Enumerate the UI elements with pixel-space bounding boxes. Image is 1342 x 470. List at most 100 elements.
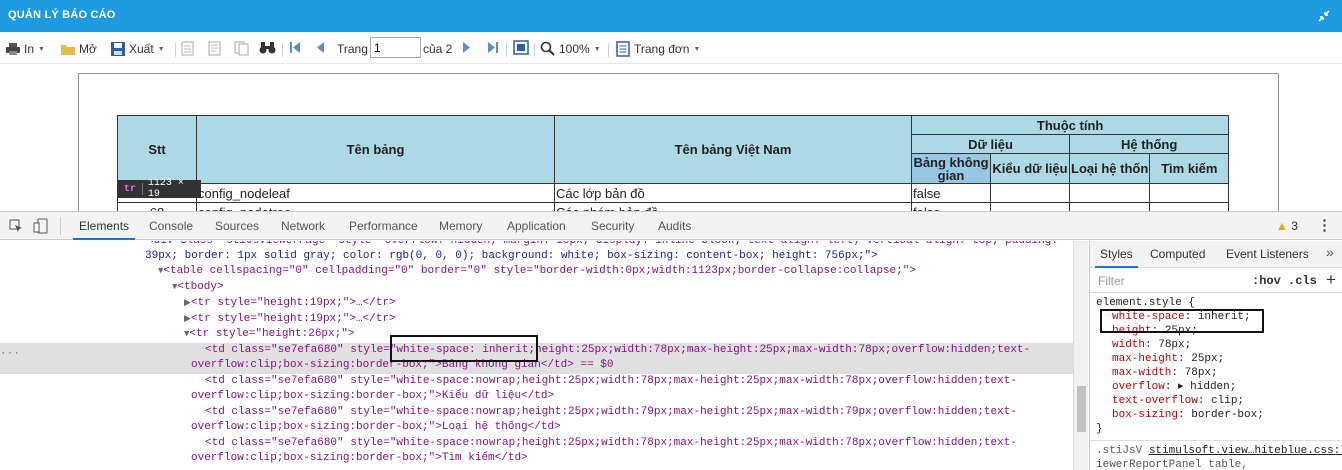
page-number-input[interactable] <box>370 37 421 58</box>
app-title: QUẢN LÝ BÁO CÁO <box>8 9 116 21</box>
first-page-icon[interactable] <box>290 41 301 54</box>
toolbar-divider <box>282 43 283 57</box>
tab-sources[interactable]: Sources <box>215 219 259 233</box>
zoom-value: 100% <box>559 42 590 56</box>
title-bar: QUẢN LÝ BÁO CÁO <box>0 0 1342 32</box>
dom-line-table[interactable]: ▼<table cellspacing="0" cellpadding="0" … <box>158 264 1073 280</box>
element-inspect-tooltip: tr 1123 × 19 <box>118 178 201 200</box>
folder-icon <box>61 45 75 55</box>
view-mode-label: Trang đơn <box>634 42 690 56</box>
tab-network[interactable]: Network <box>281 219 325 233</box>
last-page-icon[interactable] <box>487 41 498 54</box>
tab-performance[interactable]: Performance <box>349 219 418 233</box>
tab-security[interactable]: Security <box>591 219 634 233</box>
more-tabs-icon[interactable]: » <box>1326 244 1334 260</box>
dom-line-tr[interactable]: ▶<tr style="height:19px;">…</tr> <box>184 312 1073 328</box>
dom-line-tr[interactable]: ▶<tr style="height:19px;">…</tr> <box>184 296 1073 312</box>
dom-tree-scrollbar[interactable] <box>1073 241 1088 470</box>
print-label: In <box>24 42 35 56</box>
copy-pages-icon[interactable] <box>234 41 250 56</box>
style-prop[interactable]: text-overflow: clip; <box>1112 394 1244 408</box>
styles-filter-bar: Filter :hov .cls + <box>1090 269 1342 293</box>
more-menu-icon[interactable]: ⋮ <box>1317 216 1332 234</box>
tooltip-tag: tr <box>124 183 137 195</box>
dom-line[interactable]: overflow:clip;box-sizing:border-box;">Ki… <box>191 389 1073 405</box>
toolbar-divider <box>175 43 176 57</box>
chevron-down-icon: ▼ <box>693 45 701 53</box>
style-prop[interactable]: width: 78px; <box>1112 338 1191 352</box>
dom-line[interactable]: overflow:clip;box-sizing:border-box;">Bả… <box>191 358 1073 374</box>
toolbar-divider <box>534 43 535 57</box>
stylesheet-link[interactable]: stimulsoft.view…hiteblue.css:7 <box>1149 445 1342 457</box>
tab-console[interactable]: Console <box>149 219 193 233</box>
rule-divider <box>1090 440 1342 441</box>
node-actions-ellipsis[interactable]: ··· <box>0 347 20 363</box>
dom-line[interactable]: overflow:clip;box-sizing:border-box;">Lo… <box>191 420 1073 436</box>
header-thuoc-tinh: Thuộc tính <box>910 115 1230 135</box>
class-toggle[interactable]: .cls <box>1288 274 1317 288</box>
collapse-arrows-icon[interactable] <box>1316 8 1332 24</box>
export-label: Xuất <box>129 42 154 56</box>
dom-line-tbody[interactable]: ▼<tbody> <box>172 280 1073 296</box>
new-rule-icon[interactable]: + <box>1326 270 1336 290</box>
view-mode-dropdown[interactable]: Trang đơn ▼ <box>615 39 700 59</box>
style-prop[interactable]: overflow: ▸ hidden; <box>1112 380 1236 394</box>
header-du-lieu: Dữ liệu <box>911 134 1070 154</box>
tab-styles[interactable]: Styles <box>1095 247 1138 268</box>
tab-memory[interactable]: Memory <box>439 219 482 233</box>
styles-filter-input[interactable]: Filter <box>1098 274 1125 288</box>
header-ten-bang: Tên bảng <box>196 115 555 184</box>
devtools-panel: Elements Console Sources Network Perform… <box>0 211 1342 470</box>
tab-audits[interactable]: Audits <box>658 219 691 233</box>
export-button[interactable]: Xuất ▼ <box>110 39 165 59</box>
warnings-counter[interactable]: ▲ 3 <box>1276 219 1298 233</box>
next-rule-selector: .stiJsV stimulsoft.view…hiteblue.css:7 <box>1096 444 1342 458</box>
binoculars-icon[interactable] <box>259 40 276 56</box>
single-page-icon <box>616 41 630 57</box>
style-prop[interactable]: max-height: 25px; <box>1112 352 1224 366</box>
tab-event-listeners[interactable]: Event Listeners <box>1226 247 1309 261</box>
tab-application[interactable]: Application <box>507 219 566 233</box>
dom-line[interactable]: overflow:clip;box-sizing:border-box;">Tì… <box>191 451 1073 467</box>
style-prop[interactable]: max-width: 78px; <box>1112 366 1218 380</box>
zoom-dropdown[interactable]: 100% ▼ <box>540 39 601 59</box>
print-button[interactable]: In ▼ <box>5 39 45 59</box>
tab-computed[interactable]: Computed <box>1150 247 1205 261</box>
tab-elements[interactable]: Elements <box>72 219 136 240</box>
device-toolbar-icon[interactable] <box>33 218 49 234</box>
floppy-disk-icon <box>111 42 125 56</box>
annotation-box-style <box>1100 309 1264 333</box>
hover-state-toggle[interactable]: :hov <box>1252 274 1281 288</box>
cell-ten-vn: Các lớp bản đồ <box>554 183 912 203</box>
magnifier-icon <box>540 41 555 56</box>
toolbar-divider <box>506 43 507 57</box>
header-kieu-du-lieu: Kiểu dữ liệu <box>990 153 1070 184</box>
rule-close: } <box>1096 423 1103 435</box>
warning-icon: ▲ <box>1276 219 1288 233</box>
toolbar-divider <box>608 43 609 57</box>
dom-line[interactable]: 39px; border: 1px solid gray; color: rgb… <box>145 249 1073 265</box>
previous-page-icon[interactable] <box>316 41 325 54</box>
document-icon[interactable] <box>181 41 195 56</box>
page-count-label: của 2 <box>423 42 453 56</box>
header-stt: Stt <box>117 115 197 184</box>
cell-empty <box>1068 183 1151 203</box>
scrollbar-thumb[interactable] <box>1077 386 1086 432</box>
dom-line[interactable]: <td class="se7efa680" style="white-space… <box>205 436 1073 452</box>
document-text-icon[interactable] <box>208 41 222 56</box>
dom-line-td-selected[interactable]: <td class="se7efa680" style="white-space… <box>205 343 1073 359</box>
next-page-icon[interactable] <box>462 41 471 54</box>
header-tim-kiem: Tìm kiếm <box>1149 153 1230 184</box>
dom-line-tr[interactable]: ▼<tr style="height:26px;"> <box>184 327 1073 343</box>
inspect-element-icon[interactable] <box>9 219 23 233</box>
tabbar-divider <box>60 217 61 235</box>
fullscreen-icon[interactable] <box>513 40 529 55</box>
next-rule-line: iewerReportPanel table, <box>1096 459 1248 470</box>
dom-line[interactable]: <td class="se7efa680" style="white-space… <box>205 405 1073 421</box>
open-button[interactable]: Mở <box>60 39 97 59</box>
header-ten-bang-vn: Tên bảng Việt Nam <box>554 115 912 184</box>
dom-line[interactable]: <td class="se7efa680" style="white-space… <box>205 374 1073 390</box>
open-label: Mở <box>79 42 97 56</box>
style-prop[interactable]: box-sizing: border-box; <box>1112 408 1264 422</box>
header-bang-khong-gian: Bảng không gian <box>911 153 991 184</box>
